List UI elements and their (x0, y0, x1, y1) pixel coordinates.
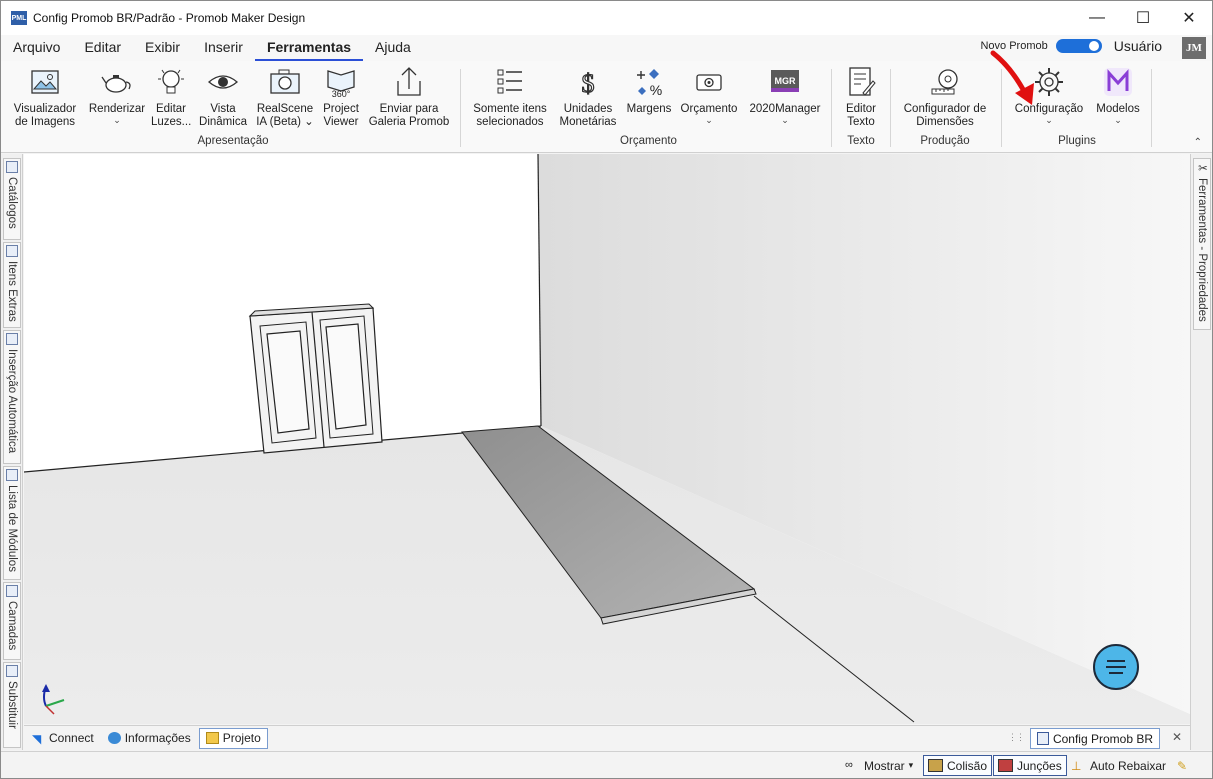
juncoes-label: Junções (1017, 758, 1062, 773)
right-sidebar: ✂ Ferramentas - Propriedades (1190, 154, 1212, 750)
globe-icon (107, 732, 121, 744)
tab-connect[interactable]: ◥ Connect (26, 728, 100, 749)
wardrobe-cabinet (248, 303, 383, 454)
tab-projeto-label: Projeto (222, 731, 261, 745)
resize-grip-icon[interactable]: ⋮⋮ (1008, 732, 1025, 743)
glasses-icon: ∞ (845, 759, 853, 771)
tab-lista-label: Lista de Módulos (6, 485, 18, 572)
colisao-label: Colisão (947, 758, 988, 773)
folder-icon (205, 732, 219, 744)
layers-icon (6, 585, 18, 597)
tab-itens-extras-label: Itens Extras (6, 261, 18, 322)
tab-catalogos[interactable]: Catálogos (3, 158, 21, 240)
junction-icon (998, 759, 1013, 772)
document-icon (1036, 732, 1049, 745)
tab-informacoes[interactable]: Informações (102, 728, 197, 749)
auto-insert-icon (6, 333, 18, 345)
tools-icon: ✂ (1196, 161, 1208, 175)
tab-ferramentas-propriedades[interactable]: ✂ Ferramentas - Propriedades (1193, 158, 1211, 330)
tab-catalogos-label: Catálogos (6, 177, 18, 229)
3d-viewport[interactable] (24, 154, 1190, 724)
tab-lista-modulos[interactable]: Lista de Módulos (3, 466, 21, 580)
wifi-icon: ◥ (32, 732, 42, 746)
extras-icon (6, 245, 18, 257)
mostrar-label: Mostrar (864, 758, 905, 773)
chevron-down-icon: ▾ (908, 760, 914, 770)
document-tab-label: Config Promob BR (1052, 731, 1153, 746)
scene-canvas (24, 154, 1190, 724)
bottom-tab-strip: ◥ Connect Informações Projeto ⋮⋮ Config P… (24, 725, 1190, 750)
tab-substituir[interactable]: Substituir (3, 662, 21, 748)
chat-menu-button[interactable] (1093, 644, 1139, 690)
tab-informacoes-label: Informações (124, 731, 191, 745)
brush-icon[interactable]: ✎ (1173, 755, 1191, 776)
module-list-icon (6, 469, 18, 481)
collision-icon (928, 759, 943, 772)
juncoes-toggle[interactable]: Junções (993, 755, 1067, 776)
catalog-icon (6, 161, 18, 173)
auto-rebaixar-toggle[interactable]: ⊥ Auto Rebaixar (1067, 755, 1170, 776)
tab-insercao-label: Inserção Automática (6, 349, 18, 454)
tab-camadas-label: Camadas (6, 601, 18, 651)
lower-icon: ⊥ (1071, 759, 1082, 773)
app-window: PML Config Promob BR/Padrão - Promob Mak… (0, 0, 1213, 779)
mostrar-button[interactable]: ∞ Mostrar ▾ (841, 755, 917, 776)
status-bar: ∞ Mostrar ▾ Colisão Junções ⊥ Auto Rebaixar… (1, 751, 1212, 778)
left-sidebar: Catálogos Itens Extras Inserção Automáti… (1, 154, 23, 750)
tab-camadas[interactable]: Camadas (3, 582, 21, 660)
tab-itens-extras[interactable]: Itens Extras (3, 242, 21, 328)
auto-rebaixar-label: Auto Rebaixar (1090, 758, 1167, 773)
tab-substituir-label: Substituir (6, 681, 18, 729)
document-tab[interactable]: Config Promob BR (1029, 728, 1160, 749)
colisao-toggle[interactable]: Colisão (923, 755, 993, 776)
close-document-icon[interactable]: ✕ (1172, 730, 1182, 744)
replace-icon (6, 665, 18, 677)
tab-insercao-automatica[interactable]: Inserção Automática (3, 330, 21, 464)
tab-ferramentas-label: Ferramentas - Propriedades (1196, 178, 1208, 322)
tab-connect-label: Connect (49, 731, 94, 745)
tab-projeto[interactable]: Projeto (198, 727, 268, 749)
